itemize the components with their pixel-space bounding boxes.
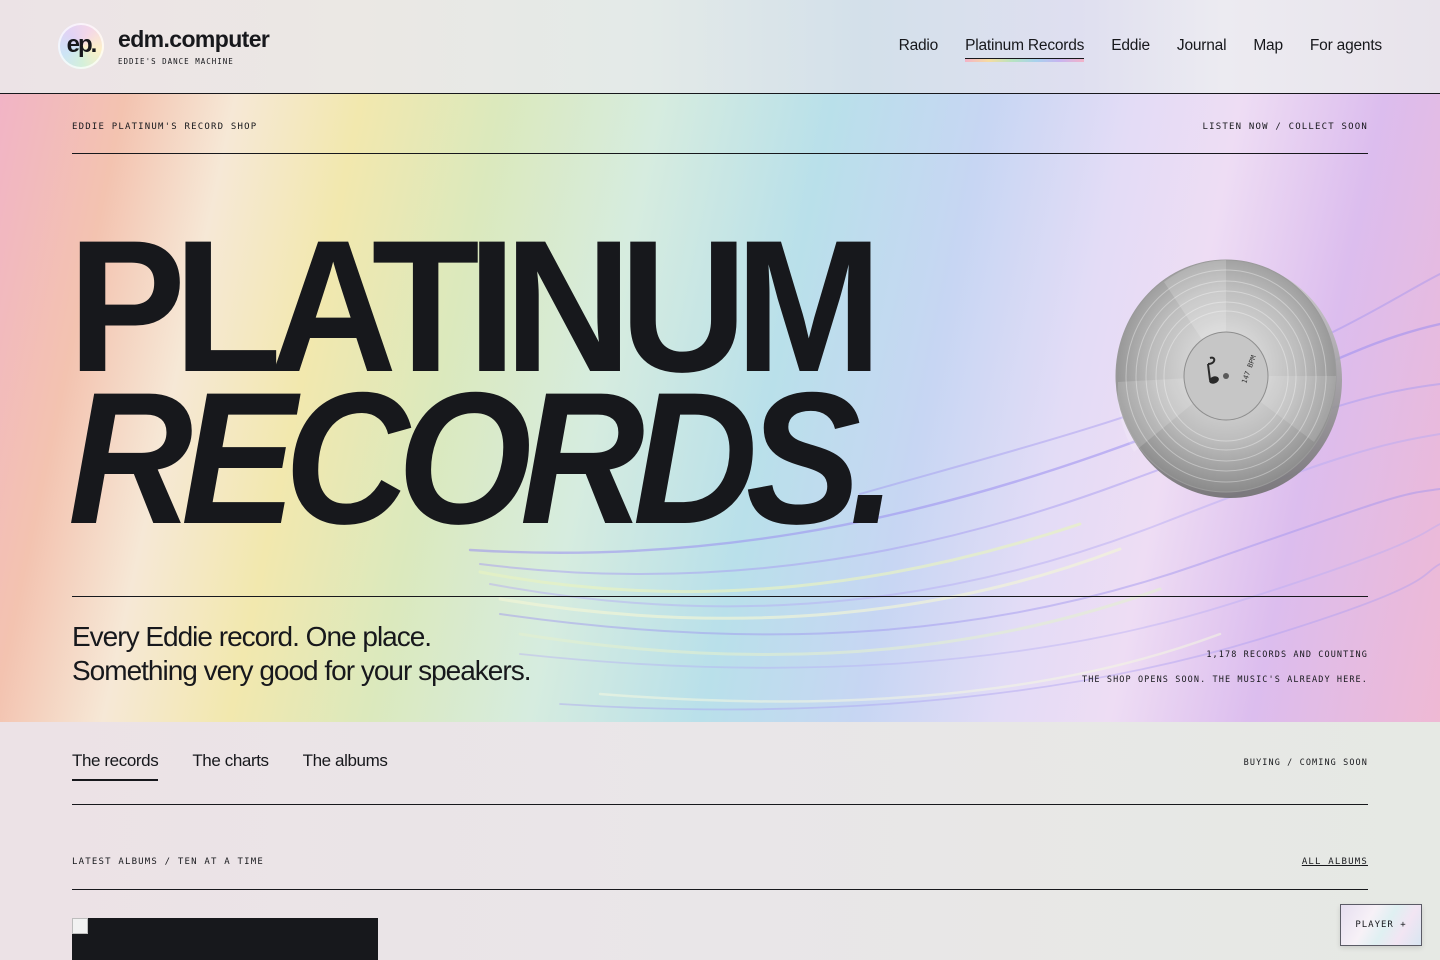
- brand-tagline: EDDIE'S DANCE MACHINE: [118, 57, 234, 66]
- hero-tagline: Every Eddie record. One place. Something…: [72, 620, 531, 688]
- tagline-line1: Every Eddie record. One place.: [72, 621, 432, 652]
- tab-the-charts[interactable]: The charts: [192, 751, 269, 781]
- platinum-record-disc: 147 BPM: [1104, 252, 1344, 507]
- logo-badge[interactable]: ep.: [58, 23, 104, 69]
- nav-journal[interactable]: Journal: [1177, 37, 1227, 61]
- tab-the-albums[interactable]: The albums: [303, 751, 388, 781]
- main-nav: Radio Platinum Records Eddie Journal Map…: [899, 37, 1382, 62]
- nav-map[interactable]: Map: [1253, 37, 1283, 61]
- hero-eyebrow-left: EDDIE PLATINUM'S RECORD SHOP: [72, 122, 258, 132]
- shop-note: THE SHOP OPENS SOON. THE MUSIC'S ALREADY…: [1081, 675, 1368, 685]
- tab-the-records[interactable]: The records: [72, 751, 159, 781]
- album-card[interactable]: [72, 918, 378, 960]
- player-button[interactable]: PLAYER +: [1340, 904, 1422, 946]
- hero-title-line2: RECORDS.: [68, 353, 897, 563]
- nav-for-agents[interactable]: For agents: [1310, 37, 1382, 61]
- record-count: 1,178 RECORDS AND COUNTING: [1206, 650, 1368, 660]
- albums-divider: [72, 889, 1368, 890]
- tagline-line2: Something very good for your speakers.: [72, 655, 531, 686]
- broken-image-icon: [72, 918, 88, 934]
- nav-platinum-records[interactable]: Platinum Records: [965, 37, 1084, 62]
- tabs-divider: [72, 804, 1368, 805]
- site-header: ep. edm.computer EDDIE'S DANCE MACHINE R…: [0, 0, 1440, 94]
- all-albums-link[interactable]: ALL ALBUMS: [1302, 857, 1368, 867]
- records-tabs: The records The charts The albums: [72, 751, 388, 781]
- logo-mark: ep.: [66, 31, 98, 58]
- brand-name[interactable]: edm.computer: [118, 26, 270, 53]
- hero-top-divider: [72, 153, 1368, 154]
- nav-eddie[interactable]: Eddie: [1111, 37, 1150, 61]
- hero-bottom-divider: [72, 596, 1368, 597]
- latest-albums-label: LATEST ALBUMS / TEN AT A TIME: [72, 857, 264, 867]
- hero-eyebrow-right: LISTEN NOW / COLLECT SOON: [1202, 122, 1368, 132]
- nav-radio[interactable]: Radio: [899, 37, 939, 61]
- buying-status: BUYING / COMING SOON: [1243, 758, 1368, 768]
- hero: EDDIE PLATINUM'S RECORD SHOP LISTEN NOW …: [0, 94, 1440, 722]
